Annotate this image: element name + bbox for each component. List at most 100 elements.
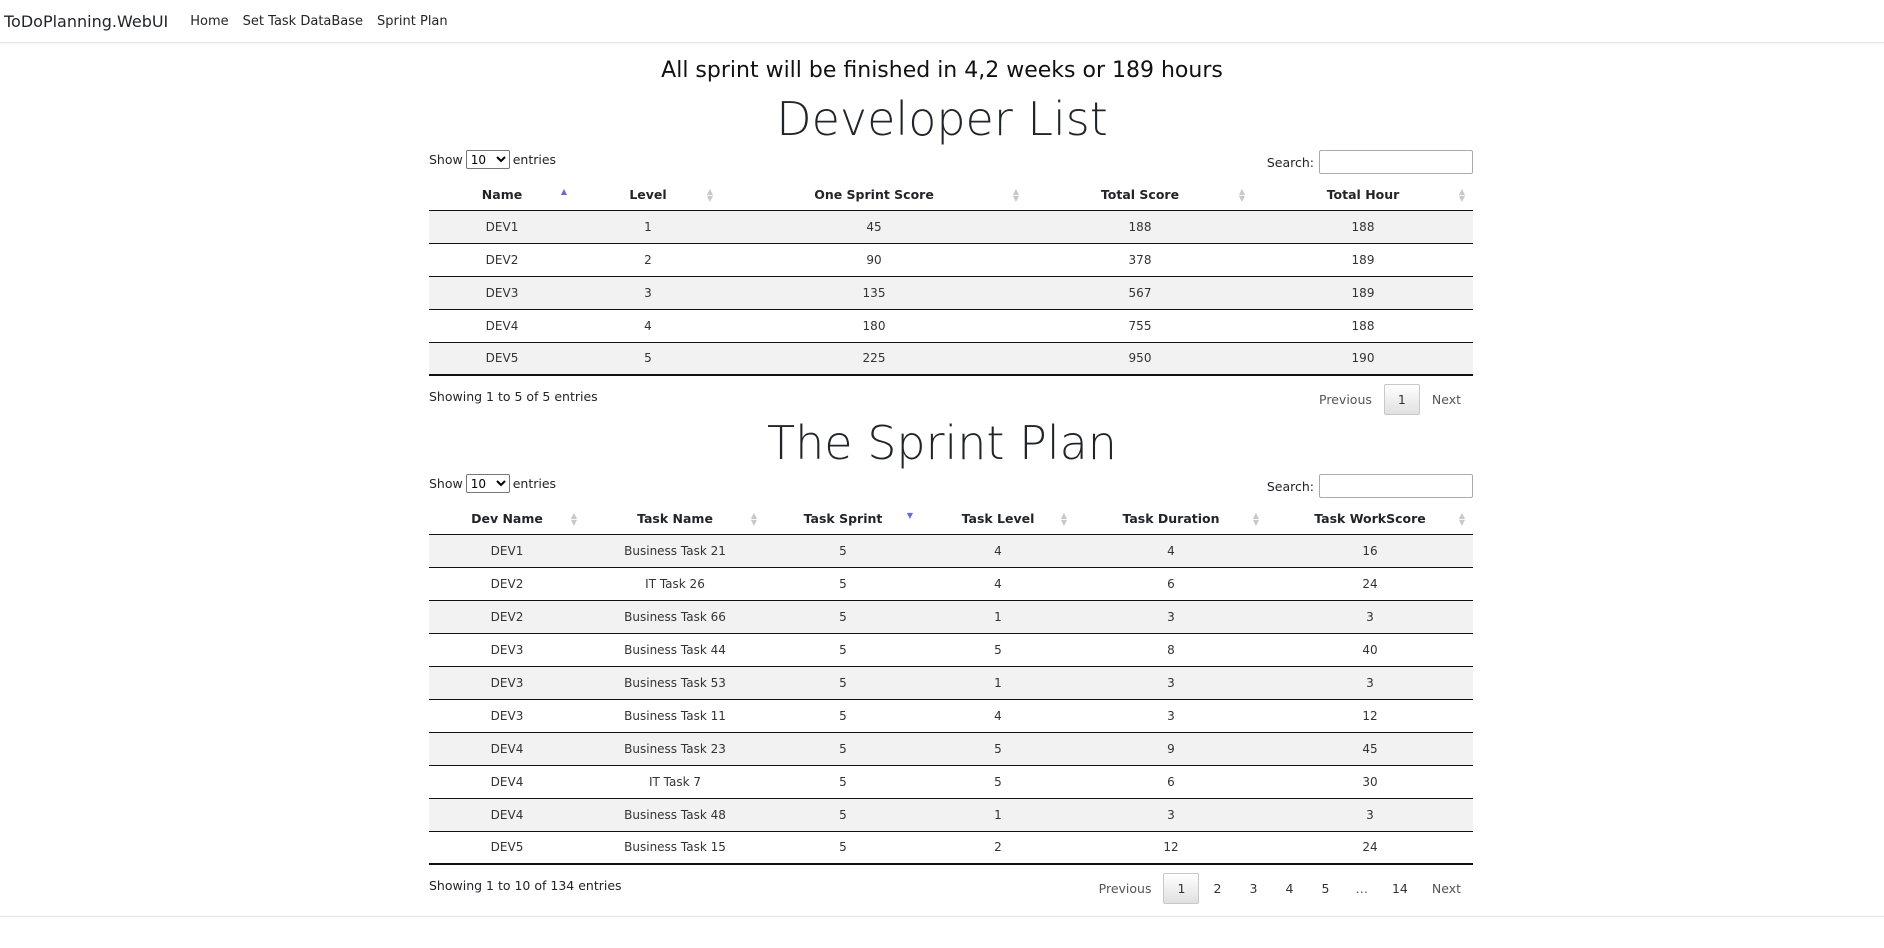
cell: 188	[1253, 309, 1473, 343]
developer-search-input[interactable]	[1319, 150, 1473, 174]
cell: 90	[721, 243, 1027, 277]
pagination-page-2[interactable]: 2	[1199, 874, 1235, 903]
table-row: DEV3 Business Task 44 5 5 8 40	[429, 633, 1473, 667]
show-label: Show	[429, 476, 463, 491]
pagination-previous[interactable]: Previous	[1087, 874, 1164, 903]
pagination-page-4[interactable]: 4	[1271, 874, 1307, 903]
sort-icon: ▲ ▼	[570, 511, 577, 527]
col-total-hour-label: Total Hour	[1326, 187, 1400, 203]
pagination-page-1[interactable]: 1	[1163, 873, 1200, 904]
cell: 6	[1075, 567, 1267, 601]
sprint-length-control: Show 10 entries	[429, 474, 556, 493]
cell: IT Task 26	[585, 567, 765, 601]
cell: 5	[575, 342, 721, 376]
nav-link-home[interactable]: Home	[190, 14, 228, 29]
col-one-sprint-score[interactable]: One Sprint Score ▲ ▼	[721, 180, 1027, 211]
brand-link[interactable]: ToDoPlanning.WebUI	[4, 12, 168, 31]
cell: 950	[1027, 342, 1253, 376]
cell: 5	[765, 633, 921, 667]
cell: DEV1	[429, 210, 575, 244]
pagination-page-14[interactable]: 14	[1380, 874, 1420, 903]
sort-icon: ▲ ▼	[1012, 187, 1019, 203]
pagination-page-5[interactable]: 5	[1307, 874, 1343, 903]
cell: DEV1	[429, 534, 585, 568]
cell: DEV4	[429, 798, 585, 832]
col-task-workscore[interactable]: Task WorkScore ▲ ▼	[1267, 504, 1473, 535]
cell: 5	[921, 732, 1075, 766]
cell: 3	[1075, 666, 1267, 700]
cell: 8	[1075, 633, 1267, 667]
cell: DEV2	[429, 567, 585, 601]
cell: 3	[1075, 600, 1267, 634]
cell: DEV5	[429, 831, 585, 865]
sprint-table-wrapper: Show 10 entries Search: Dev Name ▲ ▼ Task …	[429, 474, 1473, 913]
cell: 5	[765, 798, 921, 832]
col-task-name[interactable]: Task Name ▲ ▼	[585, 504, 765, 535]
col-dev-name-label: Dev Name	[471, 511, 543, 527]
col-level[interactable]: Level ▲ ▼	[575, 180, 721, 211]
sprint-header-row: Dev Name ▲ ▼ Task Name ▲ ▼ Task Sprint ▼ Task…	[429, 504, 1473, 535]
sprint-length-select[interactable]: 10	[465, 474, 510, 493]
pagination-page-1[interactable]: 1	[1383, 384, 1420, 415]
search-label: Search:	[1266, 478, 1314, 494]
col-task-level[interactable]: Task Level ▲ ▼	[921, 504, 1075, 535]
col-total-hour[interactable]: Total Hour ▲ ▼	[1253, 180, 1473, 211]
pagination-page-3[interactable]: 3	[1235, 874, 1271, 903]
col-task-sprint[interactable]: Task Sprint ▼	[765, 504, 921, 535]
cell: 16	[1267, 534, 1473, 568]
cell: 5	[765, 831, 921, 865]
pagination-next[interactable]: Next	[1420, 874, 1473, 903]
cell: DEV3	[429, 699, 585, 733]
cell: DEV3	[429, 276, 575, 310]
sprint-search-control: Search:	[1267, 474, 1473, 498]
cell: 5	[921, 633, 1075, 667]
nav-link-set-task-database[interactable]: Set Task DataBase	[243, 14, 363, 29]
cell: 188	[1253, 210, 1473, 244]
col-one-sprint-score-label: One Sprint Score	[814, 187, 934, 203]
cell: 24	[1267, 567, 1473, 601]
cell: 5	[765, 765, 921, 799]
developer-length-control: Show 10 entries	[429, 150, 556, 169]
cell: Business Task 21	[585, 534, 765, 568]
table-row: DEV4 Business Task 23 5 5 9 45	[429, 732, 1473, 766]
cell: 755	[1027, 309, 1253, 343]
entries-label: entries	[512, 476, 557, 491]
col-task-duration[interactable]: Task Duration ▲ ▼	[1075, 504, 1267, 535]
cell: Business Task 23	[585, 732, 765, 766]
sprint-table: Dev Name ▲ ▼ Task Name ▲ ▼ Task Sprint ▼ Task…	[429, 504, 1473, 865]
sort-desc-icon: ▼	[906, 511, 913, 520]
cell: 5	[765, 666, 921, 700]
sprint-summary: All sprint will be finished in 4,2 weeks…	[661, 58, 1223, 83]
cell: 1	[921, 666, 1075, 700]
nav-link-sprint-plan[interactable]: Sprint Plan	[377, 14, 448, 29]
table-row: DEV4 Business Task 48 5 1 3 3	[429, 798, 1473, 832]
col-dev-name[interactable]: Dev Name ▲ ▼	[429, 504, 585, 535]
table-row: DEV2 IT Task 26 5 4 6 24	[429, 567, 1473, 601]
sprint-search-input[interactable]	[1319, 474, 1473, 498]
cell: 12	[1075, 831, 1267, 865]
table-row: DEV5 Business Task 15 5 2 12 24	[429, 831, 1473, 865]
cell: 3	[1267, 666, 1473, 700]
cell: IT Task 7	[585, 765, 765, 799]
cell: 2	[575, 243, 721, 277]
developer-pagination: Previous 1 Next	[1307, 384, 1473, 415]
cell: 9	[1075, 732, 1267, 766]
sprint-pagination: Previous 1 2 3 4 5 … 14 Next	[1087, 873, 1473, 904]
cell: DEV2	[429, 600, 585, 634]
cell: 189	[1253, 276, 1473, 310]
cell: 45	[1267, 732, 1473, 766]
pagination-previous[interactable]: Previous	[1307, 385, 1384, 414]
col-total-score[interactable]: Total Score ▲ ▼	[1027, 180, 1253, 211]
developer-length-select[interactable]: 10	[465, 150, 510, 169]
cell: Business Task 15	[585, 831, 765, 865]
cell: 1	[921, 600, 1075, 634]
col-name[interactable]: Name ▲	[429, 180, 575, 211]
cell: 5	[765, 732, 921, 766]
footer-divider	[0, 916, 1884, 917]
cell: 30	[1267, 765, 1473, 799]
cell: 4	[921, 699, 1075, 733]
pagination-next[interactable]: Next	[1420, 385, 1473, 414]
cell: 5	[765, 567, 921, 601]
developer-table-info: Showing 1 to 5 of 5 entries	[429, 389, 598, 404]
sort-icon: ▲ ▼	[1060, 511, 1067, 527]
